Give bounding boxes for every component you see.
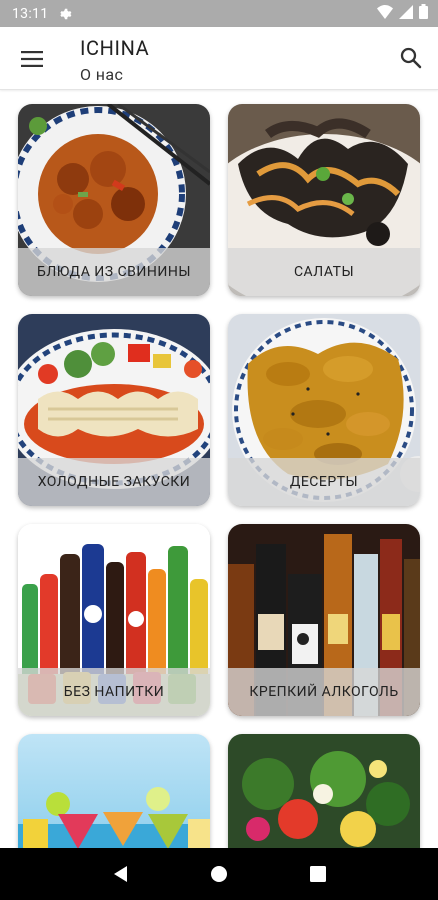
category-label: ХОЛОДНЫЕ ЗАКУСКИ xyxy=(18,458,210,506)
status-time: 13:11 xyxy=(12,5,49,22)
category-label: КРЕПКИЙ АЛКОГОЛЬ xyxy=(228,668,420,716)
search-icon[interactable] xyxy=(398,45,424,71)
category-label: ДЕСЕРТЫ xyxy=(228,458,420,506)
home-icon[interactable] xyxy=(204,859,234,889)
hamburger-menu-icon[interactable] xyxy=(18,47,46,71)
title-block: ICHINA О нас xyxy=(80,36,149,84)
status-bar: 13:11 xyxy=(0,0,438,27)
category-card-cocktails[interactable] xyxy=(18,734,210,848)
category-card-strong-alcohol[interactable]: КРЕПКИЙ АЛКОГОЛЬ xyxy=(228,524,420,716)
about-link[interactable]: О нас xyxy=(80,65,149,84)
gear-icon xyxy=(58,7,72,21)
battery-icon xyxy=(419,4,428,23)
category-card-salads[interactable]: САЛАТЫ xyxy=(228,104,420,296)
category-label: САЛАТЫ xyxy=(228,248,420,296)
category-card-desserts[interactable]: ДЕСЕРТЫ xyxy=(228,314,420,506)
system-nav-bar xyxy=(0,848,438,900)
category-card-pork[interactable]: БЛЮДА ИЗ СВИНИНЫ xyxy=(18,104,210,296)
signal-icon xyxy=(399,4,413,23)
category-card-soft-drinks[interactable]: БЕЗ НАПИТКИ xyxy=(18,524,210,716)
recents-icon[interactable] xyxy=(303,859,333,889)
wifi-icon xyxy=(377,4,393,23)
category-label: БЕЗ НАПИТКИ xyxy=(18,668,210,716)
category-grid: БЛЮДА ИЗ СВИНИНЫ САЛАТЫ ХОЛОДНЫЕ ЗАКУСКИ… xyxy=(0,90,438,848)
back-icon[interactable] xyxy=(105,859,135,889)
app-title: ICHINA xyxy=(80,36,150,60)
category-label: БЛЮДА ИЗ СВИНИНЫ xyxy=(18,248,210,296)
app-bar: ICHINA О нас xyxy=(0,27,438,90)
category-card-platter[interactable] xyxy=(228,734,420,848)
cocktails-image xyxy=(18,734,210,848)
platter-image xyxy=(228,734,420,848)
category-card-cold-appetizers[interactable]: ХОЛОДНЫЕ ЗАКУСКИ xyxy=(18,314,210,506)
